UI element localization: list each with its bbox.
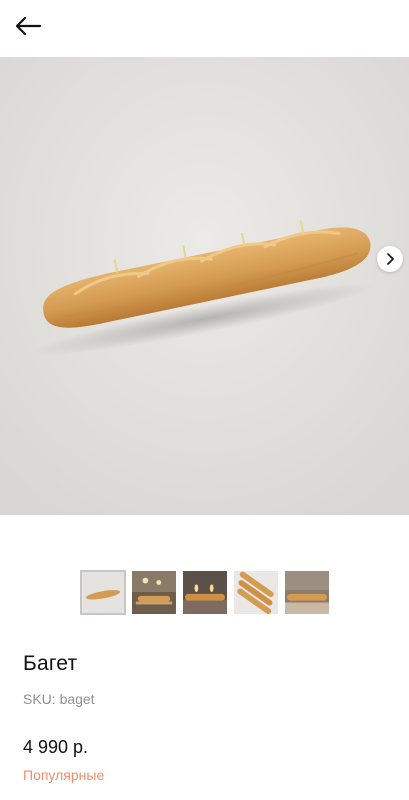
popular-badge[interactable]: Популярные — [23, 767, 104, 783]
product-price: 4 990 р. — [23, 737, 89, 757]
chevron-right-icon — [385, 253, 395, 265]
thumbnail-5[interactable] — [284, 570, 330, 615]
thumbnail-4[interactable] — [233, 570, 279, 615]
thumbnail-1[interactable] — [80, 570, 126, 615]
back-button[interactable] — [10, 12, 46, 44]
top-bar — [0, 0, 409, 58]
product-title: Багет — [23, 652, 78, 675]
thumbnail-2[interactable] — [131, 570, 177, 615]
arrow-left-icon — [14, 16, 42, 41]
thumbnail-3[interactable] — [182, 570, 228, 615]
thumbnail-strip — [80, 570, 330, 615]
product-sku: SKU: baget — [23, 691, 95, 707]
next-image-button[interactable] — [377, 246, 403, 272]
product-main-image[interactable] — [0, 57, 409, 515]
baguette-photo — [0, 57, 409, 515]
